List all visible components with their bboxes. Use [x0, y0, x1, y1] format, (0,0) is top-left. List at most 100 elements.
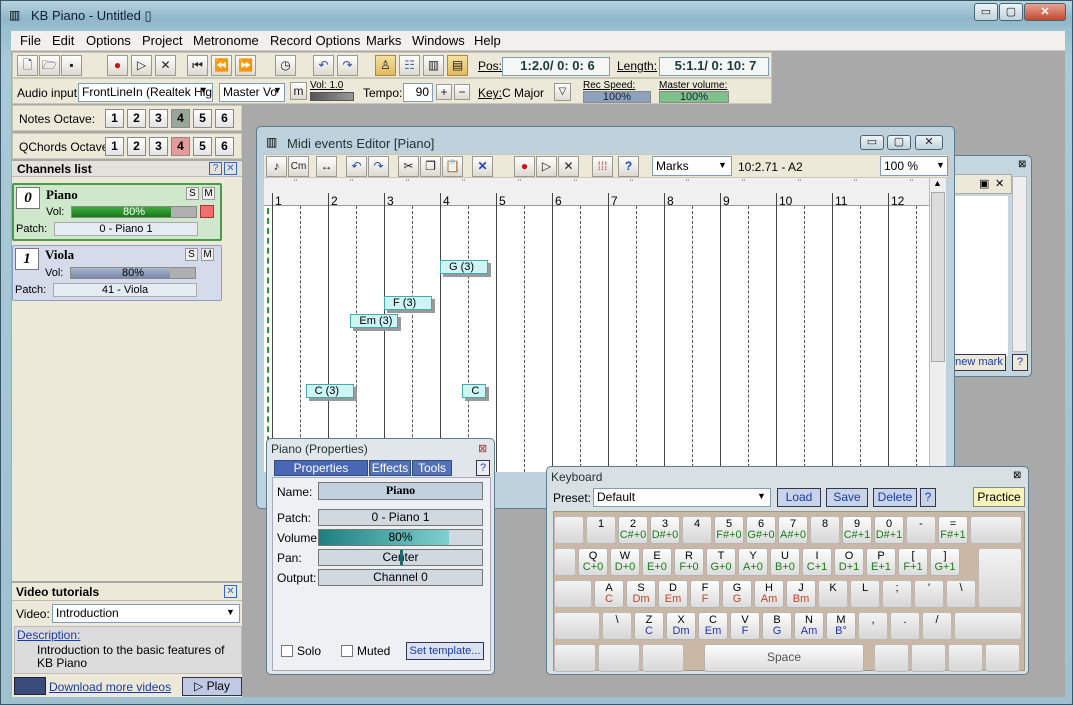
key-M[interactable]: M B° [826, 612, 856, 640]
key-1[interactable]: 1 [586, 516, 616, 544]
key-][interactable]: ] G+1 [930, 548, 960, 576]
delete-button[interactable]: Delete [873, 488, 917, 507]
key-K[interactable]: K [818, 580, 848, 608]
marks-grid-icon[interactable]: ⁞⁞⁞ [592, 156, 613, 177]
midi-note[interactable]: F (3) [384, 296, 432, 310]
tempo-input[interactable]: 90 [403, 83, 433, 102]
help-icon[interactable]: ? [209, 162, 222, 175]
maximize-button[interactable]: ▢ [999, 3, 1023, 21]
vol-slider[interactable] [310, 92, 354, 101]
menu-metronome[interactable]: Metronome [193, 33, 259, 48]
shift-left-key[interactable] [554, 612, 600, 640]
stop-icon[interactable]: ✕ [558, 156, 579, 177]
solo-checkbox[interactable] [281, 645, 293, 657]
minimize-button[interactable]: ▭ [860, 135, 884, 150]
close-icon[interactable]: ⊠ [478, 442, 487, 455]
octave-button-1[interactable]: 1 [105, 109, 124, 128]
key-'[interactable]: ' [914, 580, 944, 608]
win-key[interactable] [598, 644, 640, 672]
pan-slider[interactable]: Center [318, 549, 483, 566]
close-button[interactable]: ✕ [915, 135, 943, 150]
channel-volume-bar[interactable]: 80% [70, 267, 196, 279]
alt-right-key[interactable] [874, 644, 909, 672]
metronome-clock-icon[interactable]: ◷ [275, 55, 296, 76]
key-dropdown-button[interactable]: ▽ [554, 83, 571, 101]
key-B[interactable]: BG [762, 612, 792, 640]
marks-list[interactable] [952, 196, 1008, 356]
download-videos-link[interactable]: Download more videos [49, 680, 171, 694]
metronome-icon[interactable]: ♙ [375, 55, 396, 76]
midi-note[interactable]: C [462, 384, 487, 398]
redo-icon[interactable]: ↷ [337, 55, 358, 76]
m-button[interactable]: m [290, 82, 307, 100]
key-W[interactable]: W D+0 [610, 548, 640, 576]
menu-file[interactable]: File [20, 33, 41, 48]
octave-button-4[interactable]: 4 [171, 137, 190, 156]
marks-scrollbar[interactable] [1012, 176, 1027, 352]
key-C[interactable]: C Em [698, 612, 728, 640]
undo-icon[interactable]: ↶ [346, 156, 367, 177]
channel-patch[interactable]: 0 - Piano 1 [54, 222, 198, 236]
key-U[interactable]: U B+0 [770, 548, 800, 576]
close-icon[interactable]: ⊠ [1013, 470, 1021, 481]
menu-right-key[interactable] [948, 644, 983, 672]
note-icon[interactable]: ♪ [266, 156, 287, 177]
copy-icon[interactable]: ❐ [420, 156, 441, 177]
key--[interactable]: - [906, 516, 936, 544]
octave-button-2[interactable]: 2 [127, 137, 146, 156]
description-label[interactable]: Description: [17, 628, 80, 642]
key-8[interactable]: 8 [810, 516, 840, 544]
scroll-thumb[interactable] [931, 192, 945, 362]
close-icon[interactable]: ✕ [224, 162, 237, 175]
record-icon[interactable]: ● [514, 156, 535, 177]
octave-button-6[interactable]: 6 [215, 137, 234, 156]
master-volume-bar[interactable]: 100% [659, 91, 729, 103]
octave-button-3[interactable]: 3 [149, 137, 168, 156]
pan-thumb[interactable] [400, 550, 403, 565]
minimize-button[interactable]: ▭ [974, 3, 998, 21]
menu-help[interactable]: Help [474, 33, 501, 48]
piano-keys-icon[interactable]: ▥ [423, 55, 444, 76]
key-7[interactable]: 7 A#+0 [778, 516, 808, 544]
editor-view-icon[interactable]: ▤ [447, 55, 468, 76]
key-=[interactable]: = F#+1 [938, 516, 968, 544]
key-P[interactable]: P E+1 [866, 548, 896, 576]
set-template-button[interactable]: Set template... [406, 642, 484, 660]
channel-color-swatch[interactable] [200, 205, 214, 218]
help-icon[interactable]: ? [476, 460, 490, 476]
key-G[interactable]: GG [722, 580, 752, 608]
rewind-start-icon[interactable]: ⏮ [187, 55, 208, 76]
key-F[interactable]: FF [690, 580, 720, 608]
key-O[interactable]: O D+1 [834, 548, 864, 576]
key-9[interactable]: 9 C#+1 [842, 516, 872, 544]
midi-note[interactable]: Em (3) [350, 314, 399, 328]
key-[[interactable]: [F+1 [898, 548, 928, 576]
rewind-icon[interactable]: ⏪ [211, 55, 232, 76]
menu-project[interactable]: Project [142, 33, 182, 48]
play-icon[interactable]: ▷ [536, 156, 557, 177]
mute-button[interactable]: M [202, 187, 215, 200]
key-X[interactable]: X Dm [666, 612, 696, 640]
load-button[interactable]: Load [777, 488, 821, 507]
solo-button[interactable]: S [186, 187, 199, 200]
delete-icon[interactable]: ✕ [472, 156, 493, 177]
octave-button-5[interactable]: 5 [193, 109, 212, 128]
solo-button[interactable]: S [185, 248, 198, 261]
ctrl-right-key[interactable] [985, 644, 1020, 672]
record-icon[interactable]: ● [107, 55, 128, 76]
stretch-icon[interactable]: ↔ [316, 156, 337, 177]
practice-button[interactable]: Practice [973, 487, 1025, 507]
win-right-key[interactable] [911, 644, 946, 672]
octave-button-4[interactable]: 4 [171, 109, 190, 128]
key-0[interactable]: 0 D#+1 [874, 516, 904, 544]
key-S[interactable]: S Dm [626, 580, 656, 608]
key-H[interactable]: H Am [754, 580, 784, 608]
key-\[interactable]: \ [946, 580, 976, 608]
audio-input-select[interactable]: FrontLineIn (Realtek Hig [78, 83, 213, 102]
key-\[interactable]: \ [602, 612, 632, 640]
forward-icon[interactable]: ⏩ [235, 55, 256, 76]
key-.[interactable]: . [890, 612, 920, 640]
help-icon[interactable]: ? [618, 156, 639, 177]
tab-key[interactable] [554, 548, 576, 576]
key-Z[interactable]: ZC [634, 612, 664, 640]
